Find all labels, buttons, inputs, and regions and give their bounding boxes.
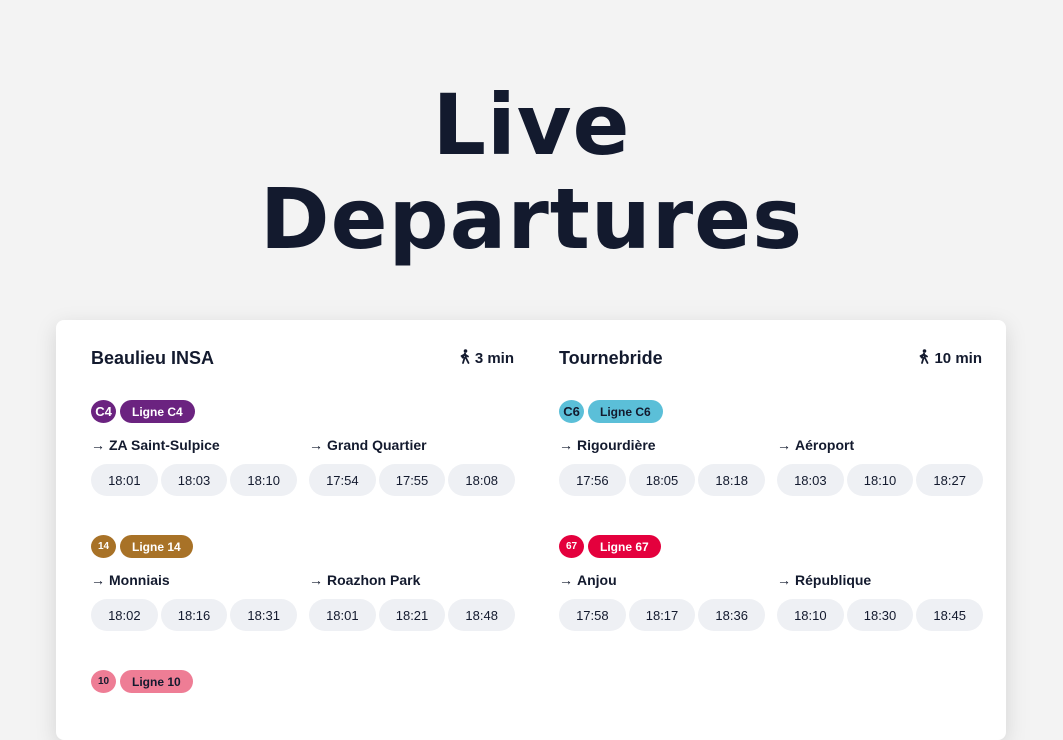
departure-time-chip[interactable]: 18:17 xyxy=(628,599,696,631)
walk-time-label: 10 min xyxy=(934,350,982,367)
direction-destination: Grand Quartier xyxy=(327,437,427,453)
direction-label: → Rigourdière xyxy=(559,436,765,454)
departure-time-chip[interactable]: 18:02 xyxy=(91,599,158,631)
stop-header: Tournebride 10 min xyxy=(559,348,982,370)
line-pill: Ligne 67 xyxy=(588,535,661,558)
line-badge: C6 xyxy=(559,400,584,423)
departure-times: 17:54 17:55 18:08 xyxy=(309,464,516,496)
departure-time-chip[interactable]: 17:56 xyxy=(559,464,626,496)
departure-time-chip[interactable]: 18:31 xyxy=(230,599,298,631)
departure-time-chip[interactable]: 18:03 xyxy=(777,464,844,496)
departure-time-chip[interactable]: 18:05 xyxy=(628,464,696,496)
direction-label: → Anjou xyxy=(559,571,765,589)
arrow-right-icon: → xyxy=(777,437,791,453)
stop-header: Beaulieu INSA 3 min xyxy=(91,348,514,370)
direction-label: → Aéroport xyxy=(777,436,983,454)
departure-times: 18:01 18:03 18:10 xyxy=(91,464,298,496)
walk-time-label: 3 min xyxy=(474,350,514,367)
departure-times: 18:10 18:30 18:45 xyxy=(777,599,984,631)
direction-destination: République xyxy=(795,572,872,588)
walk-time: 10 min xyxy=(917,349,982,368)
departure-time-chip[interactable]: 18:10 xyxy=(777,599,844,631)
direction-destination: ZA Saint-Sulpice xyxy=(109,437,220,453)
direction-destination: Monniais xyxy=(109,572,170,588)
line-tag[interactable]: 14 Ligne 14 xyxy=(91,535,193,558)
line-pill: Ligne 14 xyxy=(120,535,193,558)
stop-name: Tournebride xyxy=(559,348,663,368)
walking-person-icon xyxy=(458,349,471,368)
departure-time-chip[interactable]: 18:30 xyxy=(846,599,914,631)
direction-label: → République xyxy=(777,571,983,589)
departure-time-chip[interactable]: 18:08 xyxy=(448,464,516,496)
departure-times: 18:01 18:21 18:48 xyxy=(309,599,516,631)
line-badge: 14 xyxy=(91,535,116,558)
line-tag[interactable]: 10 Ligne 10 xyxy=(91,670,193,693)
direction-group: → Aéroport 18:03 18:10 18:27 xyxy=(777,436,984,496)
direction-group: → Monniais 18:02 18:16 18:31 xyxy=(91,571,298,631)
walk-time: 3 min xyxy=(458,349,514,368)
direction-group: → Grand Quartier 17:54 17:55 18:08 xyxy=(309,436,516,496)
line-pill: Ligne C4 xyxy=(120,400,195,423)
departure-time-chip[interactable]: 18:10 xyxy=(230,464,298,496)
departure-time-chip[interactable]: 17:54 xyxy=(309,464,376,496)
direction-destination: Rigourdière xyxy=(577,437,656,453)
direction-group: → Anjou 17:58 18:17 18:36 xyxy=(559,571,766,631)
arrow-right-icon: → xyxy=(91,437,105,453)
page-title: Live Departures xyxy=(0,78,1063,266)
page-title-line-2: Departures xyxy=(259,170,804,268)
departure-time-chip[interactable]: 17:58 xyxy=(559,599,626,631)
arrow-right-icon: → xyxy=(559,572,573,588)
arrow-right-icon: → xyxy=(91,572,105,588)
line-tag[interactable]: 67 Ligne 67 xyxy=(559,535,661,558)
departure-time-chip[interactable]: 18:10 xyxy=(846,464,914,496)
direction-label: → Roazhon Park xyxy=(309,571,515,589)
direction-group: → République 18:10 18:30 18:45 xyxy=(777,571,984,631)
direction-label: → Grand Quartier xyxy=(309,436,515,454)
line-badge: C4 xyxy=(91,400,116,423)
departure-time-chip[interactable]: 18:01 xyxy=(91,464,158,496)
line-badge: 10 xyxy=(91,670,116,693)
departure-time-chip[interactable]: 18:01 xyxy=(309,599,376,631)
line-pill: Ligne C6 xyxy=(588,400,663,423)
departure-times: 17:56 18:05 18:18 xyxy=(559,464,766,496)
arrow-right-icon: → xyxy=(309,437,323,453)
departure-time-chip[interactable]: 18:03 xyxy=(160,464,228,496)
arrow-right-icon: → xyxy=(777,572,791,588)
departure-time-chip[interactable]: 18:48 xyxy=(448,599,516,631)
line-badge: 67 xyxy=(559,535,584,558)
departure-time-chip[interactable]: 18:16 xyxy=(160,599,228,631)
direction-group: → Roazhon Park 18:01 18:21 18:48 xyxy=(309,571,516,631)
walking-person-icon xyxy=(917,349,930,368)
arrow-right-icon: → xyxy=(559,437,573,453)
departure-time-chip[interactable]: 17:55 xyxy=(378,464,446,496)
direction-destination: Roazhon Park xyxy=(327,572,421,588)
departure-time-chip[interactable]: 18:21 xyxy=(378,599,446,631)
departure-times: 18:02 18:16 18:31 xyxy=(91,599,298,631)
direction-group: → Rigourdière 17:56 18:05 18:18 xyxy=(559,436,766,496)
departure-time-chip[interactable]: 18:45 xyxy=(916,599,984,631)
direction-destination: Anjou xyxy=(577,572,617,588)
departure-times: 18:03 18:10 18:27 xyxy=(777,464,984,496)
stop-name: Beaulieu INSA xyxy=(91,348,215,368)
direction-label: → Monniais xyxy=(91,571,297,589)
departure-time-chip[interactable]: 18:27 xyxy=(916,464,984,496)
line-tag[interactable]: C6 Ligne C6 xyxy=(559,400,663,423)
departures-card: Beaulieu INSA 3 min C4 Ligne C4 → ZA Saint-Su… xyxy=(56,320,1006,740)
line-pill: Ligne 10 xyxy=(120,670,193,693)
page-title-line-1: Live xyxy=(432,76,631,174)
line-tag[interactable]: C4 Ligne C4 xyxy=(91,400,195,423)
direction-group: → ZA Saint-Sulpice 18:01 18:03 18:10 xyxy=(91,436,298,496)
departure-times: 17:58 18:17 18:36 xyxy=(559,599,766,631)
arrow-right-icon: → xyxy=(309,572,323,588)
departure-time-chip[interactable]: 18:36 xyxy=(698,599,766,631)
direction-destination: Aéroport xyxy=(795,437,855,453)
departure-time-chip[interactable]: 18:18 xyxy=(698,464,766,496)
direction-label: → ZA Saint-Sulpice xyxy=(91,436,297,454)
